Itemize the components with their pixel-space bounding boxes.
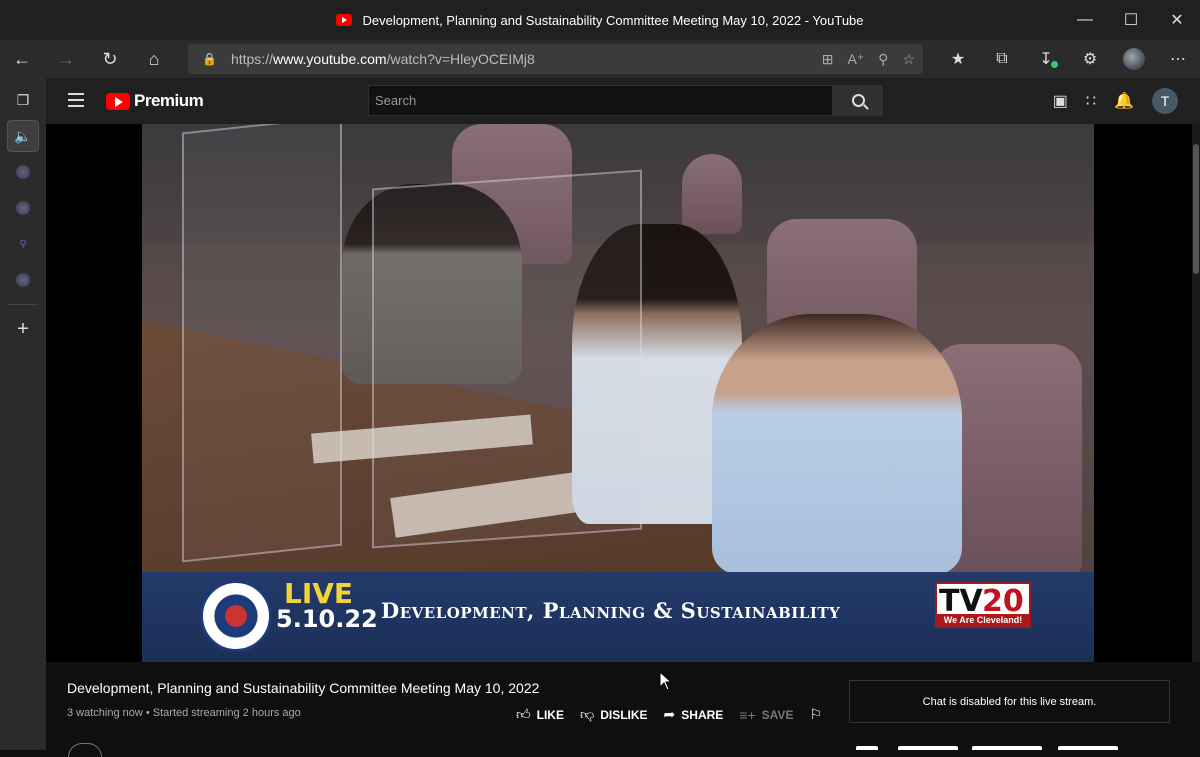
committee-title: Development, Planning & Sustainability bbox=[381, 598, 841, 623]
live-chat-panel: Chat is disabled for this live stream. bbox=[849, 680, 1170, 723]
tab-thumbnail-icon bbox=[16, 201, 30, 215]
add-to-playlist-icon: ≡+ bbox=[739, 706, 756, 723]
downloads-icon[interactable]: ↧ bbox=[1024, 40, 1068, 78]
search-tab-icon[interactable]: ⚲ bbox=[7, 228, 39, 260]
scene-person bbox=[712, 314, 962, 574]
report-button[interactable]: ⚐ bbox=[809, 706, 822, 723]
tab-favicon[interactable] bbox=[7, 264, 39, 296]
maximize-icon[interactable]: ☐ bbox=[1108, 0, 1154, 40]
dislike-button[interactable]: 👎︎ DISLIKE bbox=[580, 706, 648, 723]
tab-favicon[interactable] bbox=[7, 192, 39, 224]
header-actions: ▣ ∷ 🔔 T bbox=[1053, 78, 1178, 124]
menu-icon[interactable] bbox=[68, 93, 84, 107]
youtube-logo[interactable]: Premium bbox=[106, 91, 204, 111]
thumbs-up-icon: 👍︎ bbox=[516, 706, 531, 722]
scene-chair bbox=[682, 154, 742, 234]
dislike-label: DISLIKE bbox=[600, 707, 648, 722]
search-input[interactable]: Search bbox=[368, 85, 833, 116]
zoom-icon[interactable]: ⚲ bbox=[878, 51, 888, 68]
share-icon: ➦ bbox=[663, 706, 676, 722]
tv20-logo: TV 20 We Are Cleveland! bbox=[935, 582, 1031, 628]
new-tab-icon[interactable]: + bbox=[7, 313, 39, 345]
video-title: Development, Planning and Sustainability… bbox=[67, 680, 540, 696]
forward-arrow-icon[interactable]: → bbox=[44, 40, 88, 78]
youtube-play-icon bbox=[106, 92, 130, 110]
account-avatar[interactable]: T bbox=[1152, 88, 1178, 114]
tab-thumbnail-icon bbox=[16, 273, 30, 287]
extensions-icon[interactable]: ⚙ bbox=[1068, 40, 1112, 78]
like-label: LIKE bbox=[536, 707, 564, 722]
search-icon bbox=[851, 94, 865, 107]
create-video-icon[interactable]: ▣ bbox=[1053, 91, 1068, 111]
scene-plexiglass bbox=[182, 124, 342, 563]
broadcast-date: 5.10.22 bbox=[276, 605, 378, 633]
url-text[interactable]: https://www.youtube.com/watch?v=HleyOCEI… bbox=[231, 51, 535, 67]
minimize-icon[interactable]: — bbox=[1062, 0, 1108, 40]
youtube-favicon-icon bbox=[336, 14, 353, 26]
chip-button[interactable] bbox=[898, 746, 958, 750]
chip-button[interactable] bbox=[856, 746, 878, 750]
add-favorite-icon[interactable]: ☆ bbox=[902, 51, 915, 68]
close-icon[interactable]: ✕ bbox=[1154, 0, 1200, 40]
lower-third-banner: LIVE 5.10.22 Development, Planning & Sus… bbox=[142, 572, 1094, 662]
home-icon[interactable]: ⌂ bbox=[132, 40, 176, 78]
page-scrollbar[interactable] bbox=[1192, 124, 1200, 664]
scene-plexiglass bbox=[372, 169, 642, 549]
search-button[interactable] bbox=[833, 85, 883, 116]
collections-icon[interactable]: ⧉ bbox=[980, 40, 1024, 78]
share-button[interactable]: ➦ SHARE bbox=[664, 706, 724, 723]
like-button[interactable]: 👍︎ LIKE bbox=[516, 706, 564, 723]
profile-icon[interactable] bbox=[1112, 40, 1156, 78]
refresh-icon[interactable]: ↻ bbox=[88, 40, 132, 78]
save-label: SAVE bbox=[761, 707, 794, 722]
video-meta: 3 watching now • Started streaming 2 hou… bbox=[67, 707, 301, 719]
notifications-bell-icon[interactable]: 🔔 bbox=[1114, 91, 1134, 111]
tab-actions-icon[interactable]: ❐ bbox=[7, 84, 39, 116]
vertical-tabs-sidebar: ❐ 🔈 ⚲ + bbox=[0, 78, 46, 750]
tv20-tagline: We Are Cleveland! bbox=[937, 614, 1029, 626]
audio-tab-icon[interactable]: 🔈 bbox=[7, 120, 39, 152]
app-available-icon[interactable]: ⊞ bbox=[822, 51, 834, 68]
scrollbar-thumb[interactable] bbox=[1193, 144, 1199, 274]
chip-button[interactable] bbox=[972, 746, 1042, 750]
city-council-seal-icon bbox=[200, 580, 272, 652]
apps-grid-icon[interactable]: ∷ bbox=[1086, 91, 1096, 111]
profile-avatar[interactable] bbox=[1123, 48, 1145, 70]
mouse-cursor-icon bbox=[659, 671, 673, 691]
video-player[interactable]: LIVE 5.10.22 Development, Planning & Sus… bbox=[46, 124, 1192, 662]
chip-button[interactable] bbox=[1058, 746, 1118, 750]
chat-disabled-message: Chat is disabled for this live stream. bbox=[922, 695, 1097, 708]
window-title: Development, Planning and Sustainability… bbox=[336, 12, 864, 28]
back-arrow-icon[interactable]: ← bbox=[0, 40, 44, 78]
address-bar-icons: ⊞ A⁺ ⚲ ☆ bbox=[822, 44, 915, 74]
tab-thumbnail-icon bbox=[16, 165, 30, 179]
video-details: Development, Planning and Sustainability… bbox=[46, 662, 1200, 750]
lock-icon[interactable]: 🔒 bbox=[202, 52, 217, 66]
browser-right-tools: ★ ⧉ ↧ ⚙ ⋯ bbox=[936, 40, 1200, 78]
window-controls: — ☐ ✕ bbox=[1062, 0, 1200, 40]
read-aloud-icon[interactable]: A⁺ bbox=[847, 51, 864, 68]
flag-icon: ⚐ bbox=[809, 706, 823, 722]
browser-toolbar: ← → ↻ ⌂ 🔒 https://www.youtube.com/watch?… bbox=[0, 40, 1200, 78]
window-titlebar: Development, Planning and Sustainability… bbox=[0, 0, 1200, 40]
more-options-icon[interactable]: ⋯ bbox=[1156, 40, 1200, 78]
video-actions: 👍︎ LIKE 👎︎ DISLIKE ➦ SHARE ≡+ SAVE ⚐ bbox=[516, 706, 822, 723]
sidebar-divider bbox=[8, 304, 38, 305]
tab-favicon[interactable] bbox=[7, 156, 39, 188]
thumbs-down-icon: 👎︎ bbox=[579, 706, 595, 722]
share-label: SHARE bbox=[681, 707, 724, 722]
save-button[interactable]: ≡+ SAVE bbox=[739, 707, 793, 723]
favorites-icon[interactable]: ★ bbox=[936, 40, 980, 78]
address-bar[interactable]: 🔒 https://www.youtube.com/watch?v=HleyOC… bbox=[188, 44, 923, 74]
youtube-logo-text: Premium bbox=[134, 91, 204, 110]
video-frame[interactable]: LIVE 5.10.22 Development, Planning & Sus… bbox=[142, 124, 1094, 662]
youtube-header: Premium Search ▣ ∷ 🔔 T bbox=[46, 78, 1200, 124]
window-title-text: Development, Planning and Sustainability… bbox=[362, 12, 864, 28]
